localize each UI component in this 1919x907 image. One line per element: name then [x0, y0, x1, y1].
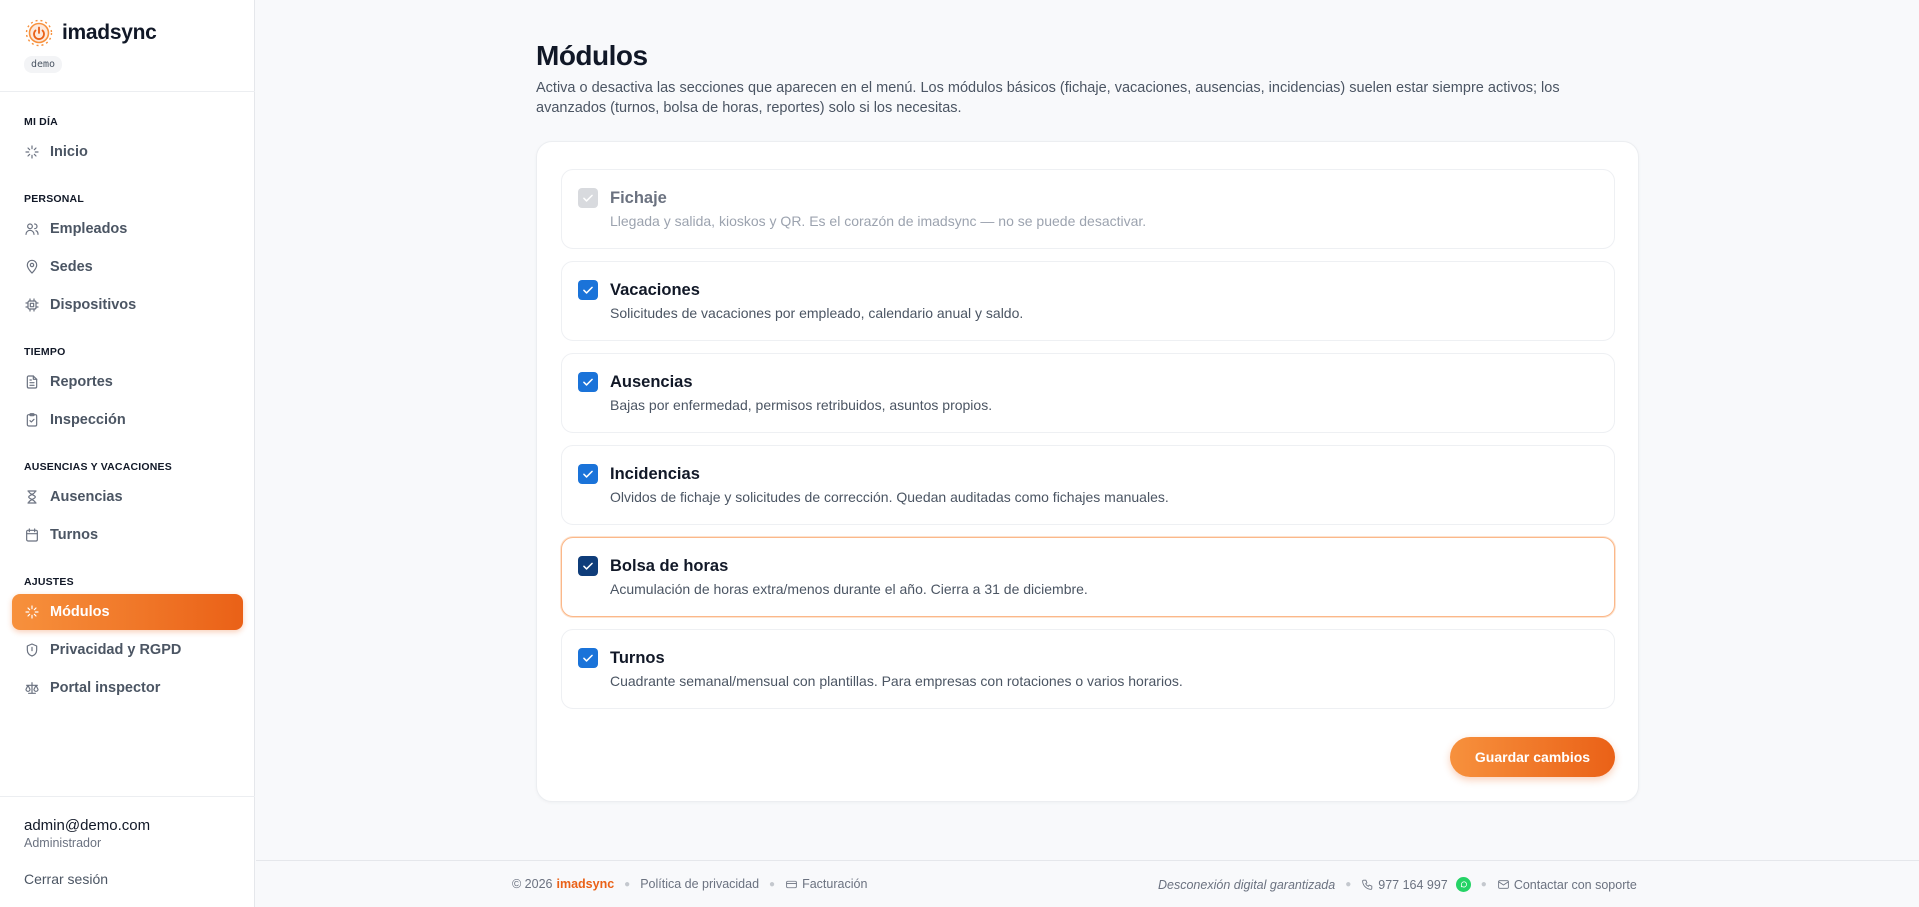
module-incidencias[interactable]: Incidencias Olvidos de fichaje y solicit…: [561, 445, 1615, 525]
sidebar-item-dispositivos[interactable]: Dispositivos: [12, 287, 243, 323]
sidebar-item-label: Turnos: [50, 527, 99, 543]
hourglass-icon: [27, 490, 37, 504]
module-vacaciones[interactable]: Vacaciones Solicitudes de vacaciones por…: [561, 261, 1615, 341]
app-name: imadsync: [62, 21, 157, 44]
nav-section-ajustes: AJUSTES: [24, 576, 74, 588]
module-fichaje: Fichaje Llegada y salida, kioskos y QR. …: [561, 169, 1615, 249]
credit-card-icon: [786, 880, 797, 888]
sidebar-item-label: Ausencias: [50, 489, 123, 505]
clipboard-check-icon: [26, 413, 38, 427]
phone-icon: [1362, 879, 1373, 890]
module-title: Ausencias: [610, 373, 693, 391]
sidebar-item-modulos[interactable]: Módulos: [12, 594, 243, 630]
module-checkbox-turnos[interactable]: [578, 648, 598, 668]
support-phone[interactable]: 977 164 997: [1378, 878, 1448, 892]
support-link[interactable]: Contactar con soporte: [1514, 878, 1637, 892]
user-email: admin@demo.com: [24, 817, 151, 834]
module-checkbox-incidencias[interactable]: [578, 464, 598, 484]
module-title: Turnos: [610, 649, 665, 667]
shield-icon: [26, 643, 38, 657]
calendar-icon: [26, 528, 38, 542]
separator-dot: ●: [769, 878, 776, 890]
sidebar-item-label: Portal inspector: [50, 680, 161, 696]
module-title: Incidencias: [610, 465, 700, 483]
module-bolsa-de-horas[interactable]: Bolsa de horas Acumulación de horas extr…: [561, 537, 1615, 617]
page-description: Activa o desactiva las secciones que apa…: [536, 80, 1560, 116]
sidebar-item-sedes[interactable]: Sedes: [12, 249, 243, 285]
sidebar-item-reportes[interactable]: Reportes: [12, 364, 243, 400]
sidebar-item-label: Sedes: [50, 259, 93, 275]
separator-dot: ●: [1480, 879, 1487, 890]
module-description: Bajas por enfermedad, permisos retribuid…: [610, 397, 993, 413]
page-title: Módulos: [536, 40, 648, 71]
billing-link[interactable]: Facturación: [802, 877, 867, 891]
module-checkbox-bolsa-de-horas[interactable]: [578, 556, 598, 576]
nav-section-ausencias-vacaciones: AUSENCIAS Y VACACIONES: [24, 461, 172, 473]
check-icon: [583, 654, 593, 662]
separator-dot: ●: [624, 878, 631, 890]
logout-link[interactable]: Cerrar sesión: [24, 871, 108, 887]
footer-brand[interactable]: imadsync: [557, 877, 615, 891]
module-turnos[interactable]: Turnos Cuadrante semanal/mensual con pla…: [561, 629, 1615, 709]
sidebar-item-label: Módulos: [50, 604, 110, 620]
mail-icon: [1498, 880, 1509, 889]
save-button[interactable]: Guardar cambios: [1450, 737, 1615, 777]
sparkle-icon: [25, 605, 39, 619]
sidebar-item-label: Privacidad y RGPD: [50, 642, 182, 658]
sidebar-item-label: Empleados: [50, 221, 128, 237]
nav-section-personal: PERSONAL: [24, 193, 84, 205]
cpu-icon: [25, 298, 39, 312]
module-title: Vacaciones: [610, 281, 700, 299]
divider: [0, 91, 255, 92]
module-title: Fichaje: [610, 189, 667, 207]
sidebar-item-label: Inspección: [50, 412, 126, 428]
module-title: Bolsa de horas: [610, 557, 729, 575]
copyright: © 2026: [512, 877, 553, 891]
file-text-icon: [26, 375, 38, 389]
env-badge: demo: [24, 56, 63, 73]
footer-left: © 2026 imadsync ● Política de privacidad…: [512, 877, 867, 891]
check-icon: [583, 470, 593, 478]
sidebar-item-turnos[interactable]: Turnos: [12, 517, 243, 553]
sidebar-item-portal-inspector[interactable]: Portal inspector: [12, 670, 243, 706]
module-description: Acumulación de horas extra/menos durante…: [610, 581, 1088, 597]
separator-dot: ●: [1345, 879, 1352, 890]
divider: [0, 796, 255, 797]
footer-right: Desconexión digital garantizada ● 977 16…: [1158, 877, 1637, 892]
sidebar: imadsync demo MI DÍA Inicio PERSONAL Emp…: [0, 0, 255, 907]
module-description: Cuadrante semanal/mensual con plantillas…: [610, 673, 1183, 689]
sidebar-item-inicio[interactable]: Inicio: [12, 134, 243, 170]
whatsapp-icon[interactable]: [1455, 877, 1471, 892]
privacy-link[interactable]: Política de privacidad: [640, 877, 759, 891]
sidebar-item-label: Inicio: [50, 144, 88, 160]
sidebar-item-privacidad[interactable]: Privacidad y RGPD: [12, 632, 243, 668]
sidebar-item-empleados[interactable]: Empleados: [12, 211, 243, 247]
check-icon: [583, 378, 593, 386]
module-description: Llegada y salida, kioskos y QR. Es el co…: [610, 213, 1147, 229]
check-icon: [583, 562, 593, 570]
sidebar-item-ausencias[interactable]: Ausencias: [12, 479, 243, 515]
module-checkbox-ausencias[interactable]: [578, 372, 598, 392]
users-icon: [25, 223, 39, 235]
scale-icon: [25, 682, 39, 694]
check-icon: [583, 194, 593, 202]
tagline: Desconexión digital garantizada: [1158, 877, 1336, 892]
brand[interactable]: imadsync: [24, 18, 157, 48]
module-description: Olvidos de fichaje y solicitudes de corr…: [610, 489, 1169, 505]
power-logo-icon: [25, 19, 53, 47]
module-checkbox-fichaje: [578, 188, 598, 208]
module-ausencias[interactable]: Ausencias Bajas por enfermedad, permisos…: [561, 353, 1615, 433]
map-pin-icon: [26, 259, 38, 274]
nav-section-tiempo: TIEMPO: [24, 346, 66, 358]
check-icon: [583, 286, 593, 294]
footer: © 2026 imadsync ● Política de privacidad…: [256, 860, 1919, 907]
user-role: Administrador: [24, 836, 102, 850]
nav-section-mi-dia: MI DÍA: [24, 116, 58, 128]
sparkle-icon: [25, 145, 39, 159]
sidebar-item-label: Reportes: [50, 374, 113, 390]
sidebar-item-inspeccion[interactable]: Inspección: [12, 402, 243, 438]
sidebar-item-label: Dispositivos: [50, 297, 137, 313]
module-checkbox-vacaciones[interactable]: [578, 280, 598, 300]
module-description: Solicitudes de vacaciones por empleado, …: [610, 305, 1024, 321]
